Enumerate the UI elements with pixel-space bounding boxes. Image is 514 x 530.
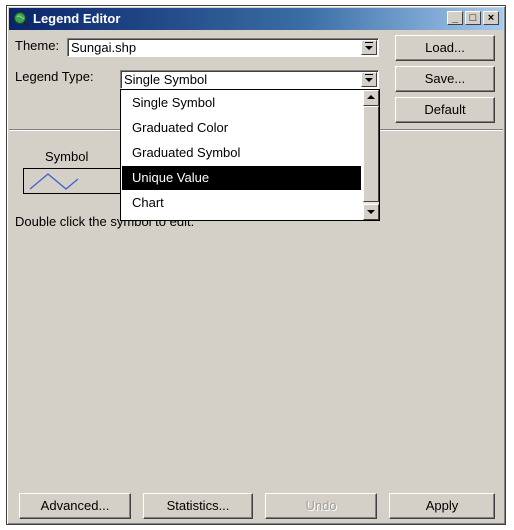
chevron-down-icon (365, 74, 373, 82)
legend-type-label: Legend Type: (15, 69, 94, 84)
scroll-thumb[interactable] (363, 106, 379, 202)
option-graduated-symbol[interactable]: Graduated Symbol (122, 141, 361, 165)
default-button[interactable]: Default (395, 97, 495, 123)
arrow-up-icon (367, 95, 375, 99)
option-single-symbol[interactable]: Single Symbol (122, 91, 361, 115)
legend-type-combo[interactable]: Single Symbol (120, 70, 379, 89)
theme-dropdown-button[interactable] (361, 40, 377, 55)
legend-editor-window: Legend Editor _ □ × Theme: Sungai.shp Le… (6, 5, 506, 525)
close-button[interactable]: × (483, 11, 499, 25)
theme-combo[interactable]: Sungai.shp (67, 38, 379, 57)
advanced-button[interactable]: Advanced... (19, 493, 131, 519)
theme-label: Theme: (15, 38, 60, 53)
load-button[interactable]: Load... (395, 35, 495, 61)
undo-button[interactable]: Undo (265, 493, 377, 519)
title-bar[interactable]: Legend Editor _ □ × (9, 8, 503, 30)
option-chart[interactable]: Chart (122, 191, 361, 215)
window-title: Legend Editor (33, 11, 121, 26)
save-button[interactable]: Save... (395, 66, 495, 92)
apply-button[interactable]: Apply (389, 493, 495, 519)
arrow-down-icon (367, 210, 375, 214)
scroll-down-button[interactable] (363, 204, 379, 220)
minimize-button[interactable]: _ (447, 11, 463, 25)
dropdown-scrollbar[interactable] (363, 90, 379, 220)
symbol-cell[interactable] (23, 168, 123, 194)
zigzag-symbol-icon (29, 173, 79, 190)
legend-type-dropdown-list[interactable]: Single Symbol Graduated Color Graduated … (120, 89, 380, 221)
statistics-button[interactable]: Statistics... (143, 493, 253, 519)
maximize-button[interactable]: □ (465, 11, 481, 25)
legend-type-dropdown-button[interactable] (361, 72, 377, 87)
theme-value: Sungai.shp (71, 40, 137, 55)
chevron-down-icon (365, 42, 373, 50)
legend-type-value: Single Symbol (124, 72, 208, 87)
scroll-up-button[interactable] (363, 90, 379, 106)
option-unique-value[interactable]: Unique Value (122, 166, 361, 190)
app-icon (14, 12, 29, 27)
option-graduated-color[interactable]: Graduated Color (122, 116, 361, 140)
symbol-column-header: Symbol (45, 149, 89, 164)
